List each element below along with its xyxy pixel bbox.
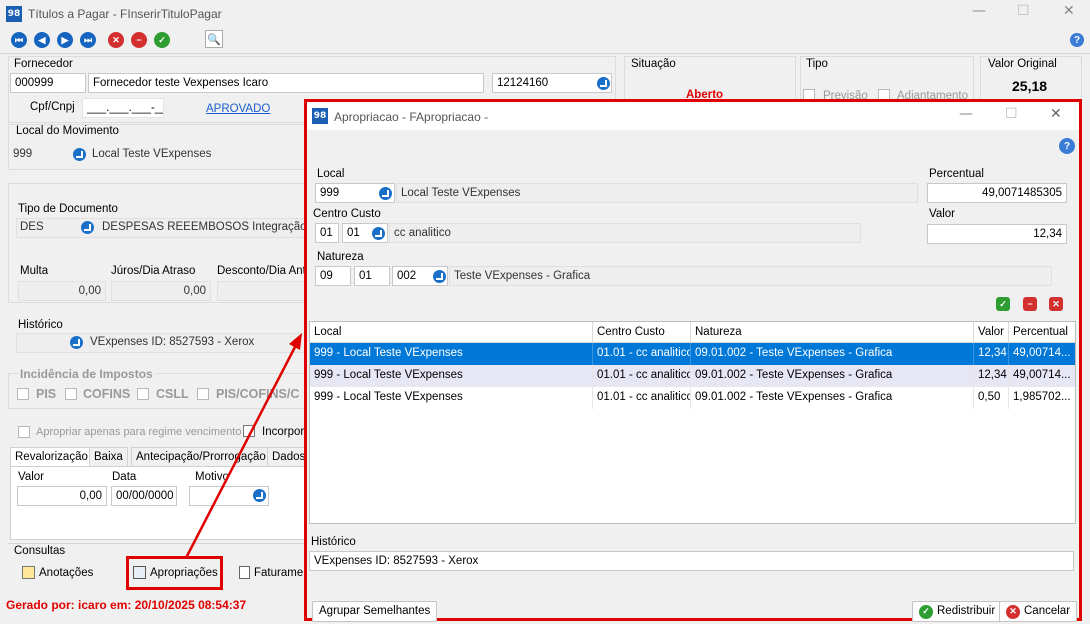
dlg-natureza-lookup-icon[interactable] <box>433 270 446 283</box>
dialog-maximize-icon[interactable]: ☐ <box>1005 106 1018 122</box>
grid-cell-local: 999 - Local Teste VExpenses <box>310 365 593 387</box>
cancelar-label: Cancelar <box>1024 605 1071 617</box>
dlg-natureza-label: Natureza <box>317 251 364 263</box>
grid-cell-local: 999 - Local Teste VExpenses <box>310 387 593 409</box>
dlg-valor-label: Valor <box>929 208 955 220</box>
table-row[interactable]: 999 - Local Teste VExpenses 01.01 - cc a… <box>310 365 1075 387</box>
dialog-minimize-icon[interactable]: — <box>959 106 973 122</box>
dlg-centro-name-field: cc analitico <box>389 223 861 243</box>
table-row[interactable]: 999 - Local Teste VExpenses 01.01 - cc a… <box>310 387 1075 409</box>
dlg-local-name-field: Local Teste VExpenses <box>396 183 918 203</box>
grid-cell-centro: 01.01 - cc analitico <box>593 343 691 365</box>
grid-header-local[interactable]: Local <box>310 322 593 343</box>
agrupar-label: Agrupar Semelhantes <box>319 605 431 617</box>
grid-cell-valor: 12,34 <box>974 365 1009 387</box>
grid-header-percentual[interactable]: Percentual <box>1009 322 1075 343</box>
redistribuir-label: Redistribuir <box>937 605 996 617</box>
table-row[interactable]: 999 - Local Teste VExpenses 01.01 - cc a… <box>310 343 1075 365</box>
grid-cell-natureza: 09.01.002 - Teste VExpenses - Grafica <box>691 343 974 365</box>
grid-cell-centro: 01.01 - cc analitico <box>593 365 691 387</box>
grid-cell-valor: 0,50 <box>974 387 1009 409</box>
cancelar-button[interactable]: ✕ Cancelar <box>999 601 1078 622</box>
grid-cell-local: 999 - Local Teste VExpenses <box>310 343 593 365</box>
apropriacao-dialog: 98 Apropriacao - FApropriacao - — ☐ ✕ ? … <box>304 99 1082 622</box>
grid-delete-icon[interactable]: ✕ <box>1049 297 1063 311</box>
dlg-centro-label: Centro Custo <box>313 208 381 220</box>
agrupar-button[interactable]: Agrupar Semelhantes <box>312 601 438 622</box>
apropriacao-grid: Local Centro Custo Natureza Valor Percen… <box>309 321 1076 524</box>
dlg-percentual-field[interactable]: 49,0071485305 <box>927 183 1067 203</box>
grid-remove-icon[interactable]: − <box>1023 297 1037 311</box>
dialog-title: Apropriacao - FApropriacao - <box>334 110 489 124</box>
dlg-historico-label: Histórico <box>311 536 356 548</box>
dlg-historico-field[interactable]: VExpenses ID: 8527593 - Xerox <box>309 551 1074 571</box>
grid-header-centro[interactable]: Centro Custo <box>593 322 691 343</box>
grid-header-natureza[interactable]: Natureza <box>691 322 974 343</box>
grid-cell-centro: 01.01 - cc analitico <box>593 387 691 409</box>
dialog-help-icon[interactable]: ? <box>1059 138 1075 154</box>
grid-cell-natureza: 09.01.002 - Teste VExpenses - Grafica <box>691 387 974 409</box>
grid-cell-natureza: 09.01.002 - Teste VExpenses - Grafica <box>691 365 974 387</box>
dlg-nat-1-field[interactable]: 09 <box>315 266 351 286</box>
dlg-percentual-label: Percentual <box>929 168 984 180</box>
dlg-centro-lookup-icon[interactable] <box>372 227 385 240</box>
dlg-valor-field[interactable]: 12,34 <box>927 224 1067 244</box>
cancel-icon: ✕ <box>1006 604 1020 619</box>
dlg-centro-1-field[interactable]: 01 <box>315 223 339 243</box>
dlg-local-lookup-icon[interactable] <box>379 187 392 200</box>
dlg-nat-2-field[interactable]: 01 <box>354 266 390 286</box>
grid-cell-valor: 12,34 <box>974 343 1009 365</box>
check-icon: ✓ <box>919 604 933 619</box>
dlg-local-label: Local <box>317 168 345 180</box>
grid-header-valor[interactable]: Valor <box>974 322 1009 343</box>
dialog-app-icon: 98 <box>312 108 328 124</box>
redistribuir-button[interactable]: ✓ Redistribuir <box>912 601 1003 622</box>
grid-cell-percentual: 49,00714... <box>1009 343 1075 365</box>
dlg-natureza-name-field: Teste VExpenses - Grafica <box>449 266 1052 286</box>
grid-cell-percentual: 1,985702... <box>1009 387 1075 409</box>
grid-cell-percentual: 49,00714... <box>1009 365 1075 387</box>
grid-confirm-icon[interactable]: ✓ <box>996 297 1010 311</box>
dialog-close-icon[interactable]: ✕ <box>1050 106 1062 122</box>
